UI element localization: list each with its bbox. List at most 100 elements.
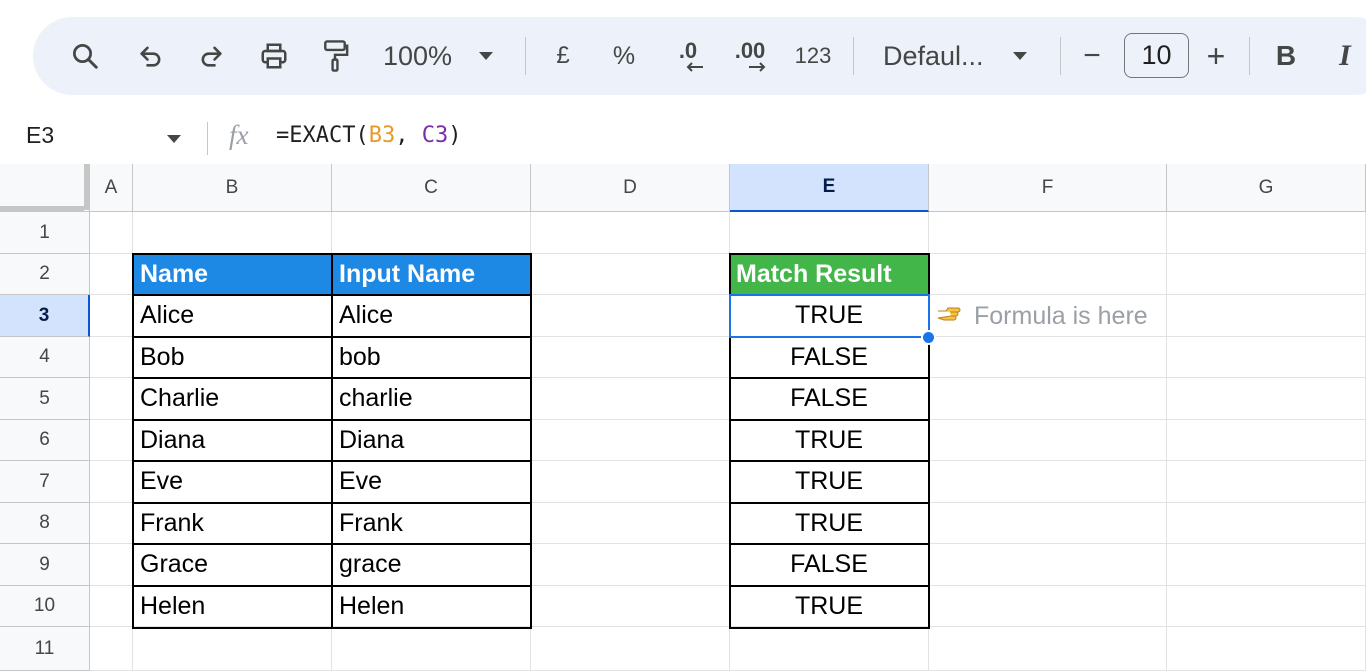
cell-c8[interactable]: Frank xyxy=(332,503,531,544)
cell-b5[interactable]: Charlie xyxy=(133,378,332,420)
grid-cell[interactable] xyxy=(531,503,730,544)
cell-c9[interactable]: grace xyxy=(332,544,531,586)
cell-c7[interactable]: Eve xyxy=(332,461,531,503)
table-header-input-name[interactable]: Input Name xyxy=(332,254,531,295)
cell-e8[interactable]: TRUE xyxy=(730,503,929,544)
column-header-e[interactable]: E xyxy=(730,164,929,212)
grid-cell[interactable] xyxy=(1167,503,1366,544)
grid-cell[interactable] xyxy=(531,212,730,254)
cell-e5[interactable]: FALSE xyxy=(730,378,929,420)
grid-cell[interactable] xyxy=(929,212,1167,254)
cell-e10[interactable]: TRUE xyxy=(730,586,929,627)
cell-c6[interactable]: Diana xyxy=(332,420,531,461)
grid-cell[interactable] xyxy=(531,378,730,420)
grid-cell[interactable] xyxy=(1167,378,1366,420)
grid-cell[interactable] xyxy=(531,420,730,461)
chevron-down-icon[interactable] xyxy=(166,134,182,144)
cell-b9[interactable]: Grace xyxy=(133,544,332,586)
italic-button[interactable]: I xyxy=(1331,38,1359,74)
column-header-g[interactable]: G xyxy=(1167,164,1366,212)
column-header-a[interactable]: A xyxy=(90,164,133,212)
grid-cell[interactable] xyxy=(929,254,1167,295)
grid-cell[interactable] xyxy=(929,627,1167,671)
table-header-name[interactable]: Name xyxy=(133,254,332,295)
cell-e9[interactable]: FALSE xyxy=(730,544,929,586)
grid-cell[interactable] xyxy=(531,627,730,671)
row-header-6[interactable]: 6 xyxy=(0,420,90,461)
print-button[interactable] xyxy=(255,38,293,74)
grid-cell[interactable] xyxy=(1167,212,1366,254)
grid-cell[interactable] xyxy=(1167,627,1366,671)
column-header-d[interactable]: D xyxy=(531,164,730,212)
grid-cell[interactable] xyxy=(332,212,531,254)
cell-b4[interactable]: Bob xyxy=(133,337,332,378)
row-header-1[interactable]: 1 xyxy=(0,212,90,254)
column-header-b[interactable]: B xyxy=(133,164,332,212)
zoom-select[interactable]: 100% xyxy=(383,38,513,74)
row-header-11[interactable]: 11 xyxy=(0,627,90,671)
grid-cell[interactable] xyxy=(531,461,730,503)
font-size-input[interactable]: 10 xyxy=(1124,33,1189,78)
grid-cell[interactable] xyxy=(90,627,133,671)
cell-c4[interactable]: bob xyxy=(332,337,531,378)
grid-cell[interactable] xyxy=(1167,544,1366,586)
grid-cell[interactable] xyxy=(929,378,1167,420)
grid-cell[interactable] xyxy=(531,586,730,627)
currency-format-button[interactable]: £ xyxy=(549,38,577,74)
grid-cell[interactable] xyxy=(929,461,1167,503)
grid-cell[interactable] xyxy=(531,544,730,586)
redo-button[interactable] xyxy=(193,38,229,74)
grid-cell[interactable] xyxy=(90,503,133,544)
cell-c3[interactable]: Alice xyxy=(332,295,531,337)
grid-cell[interactable] xyxy=(531,254,730,295)
freeze-row-handle[interactable] xyxy=(0,206,84,211)
grid-cell[interactable] xyxy=(929,337,1167,378)
grid-cell[interactable] xyxy=(90,544,133,586)
row-header-2[interactable]: 2 xyxy=(0,254,90,295)
grid-cell[interactable] xyxy=(90,420,133,461)
grid-cell[interactable] xyxy=(1167,254,1366,295)
cell-b10[interactable]: Helen xyxy=(133,586,332,627)
grid-cell[interactable] xyxy=(90,461,133,503)
undo-button[interactable] xyxy=(133,38,169,74)
search-menus-button[interactable] xyxy=(67,38,103,74)
cell-c10[interactable]: Helen xyxy=(332,586,531,627)
grid-cell[interactable] xyxy=(730,627,929,671)
grid-cell[interactable] xyxy=(929,586,1167,627)
row-header-4[interactable]: 4 xyxy=(0,337,90,378)
table-header-match-result[interactable]: Match Result xyxy=(730,254,929,295)
grid-cell[interactable] xyxy=(133,627,332,671)
column-header-c[interactable]: C xyxy=(332,164,531,212)
grid-cell[interactable] xyxy=(90,378,133,420)
column-header-f[interactable]: F xyxy=(929,164,1167,212)
increase-font-size-button[interactable]: + xyxy=(1201,38,1231,74)
grid-cell[interactable] xyxy=(730,212,929,254)
name-box[interactable]: E3 xyxy=(26,122,54,149)
cell-e3[interactable]: TRUE xyxy=(730,295,929,337)
row-header-3[interactable]: 3 xyxy=(0,295,90,337)
grid-cell[interactable] xyxy=(1167,420,1366,461)
grid-cell[interactable] xyxy=(1167,586,1366,627)
fill-handle[interactable] xyxy=(921,330,936,345)
font-family-select[interactable]: Defaul... xyxy=(883,38,1041,74)
cell-b8[interactable]: Frank xyxy=(133,503,332,544)
row-header-7[interactable]: 7 xyxy=(0,461,90,503)
cell-e6[interactable]: TRUE xyxy=(730,420,929,461)
decrease-font-size-button[interactable]: − xyxy=(1077,38,1107,74)
increase-decimal-button[interactable]: .00 xyxy=(727,35,773,77)
cell-c5[interactable]: charlie xyxy=(332,378,531,420)
row-header-10[interactable]: 10 xyxy=(0,586,90,627)
decrease-decimal-button[interactable]: .0 xyxy=(665,35,711,77)
grid-cell[interactable] xyxy=(1167,461,1366,503)
grid-cell[interactable] xyxy=(531,337,730,378)
grid-cell[interactable] xyxy=(929,420,1167,461)
formula-input[interactable]: =EXACT(B3, C3) xyxy=(276,123,461,148)
percent-format-button[interactable]: % xyxy=(609,38,639,74)
row-header-9[interactable]: 9 xyxy=(0,544,90,586)
cell-e7[interactable]: TRUE xyxy=(730,461,929,503)
cell-b6[interactable]: Diana xyxy=(133,420,332,461)
grid-cell[interactable] xyxy=(1167,337,1366,378)
row-header-5[interactable]: 5 xyxy=(0,378,90,420)
grid-cell[interactable] xyxy=(90,254,133,295)
cell-b3[interactable]: Alice xyxy=(133,295,332,337)
